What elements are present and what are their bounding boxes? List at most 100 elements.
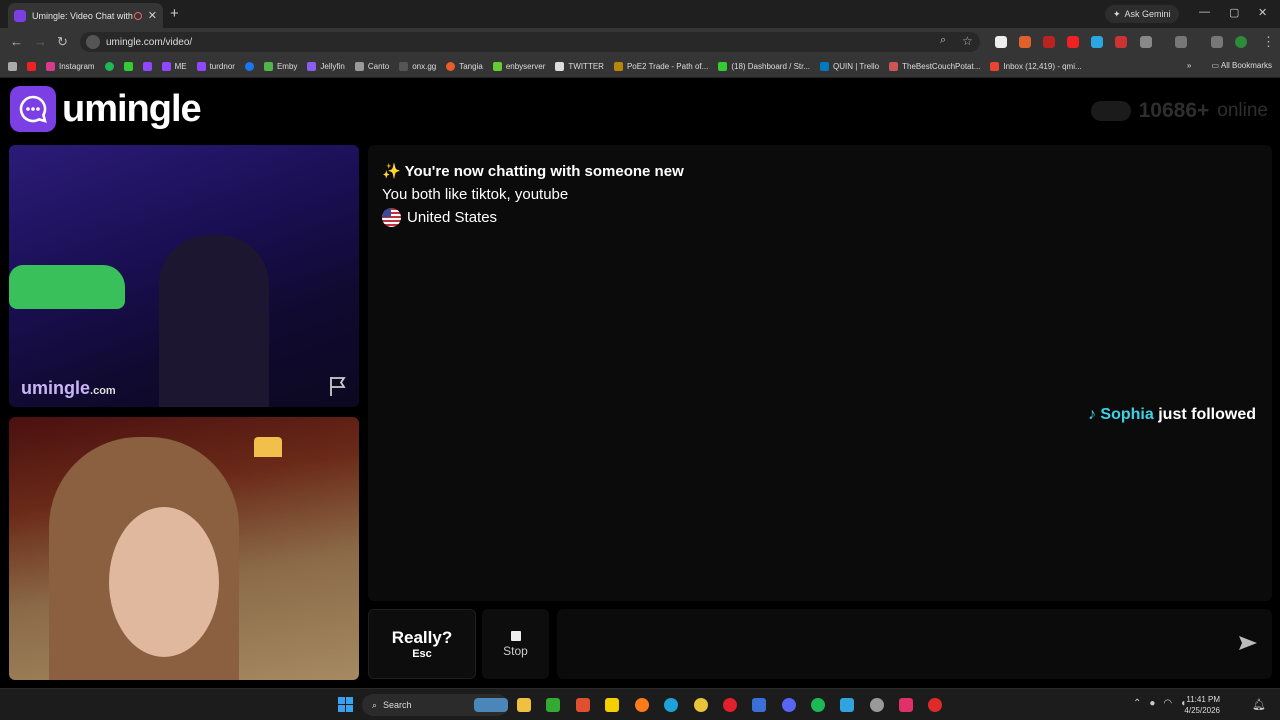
remote-video: umingle.com (9, 145, 359, 407)
umingle-watermark: umingle.com (21, 378, 116, 398)
send-icon[interactable] (1238, 635, 1258, 651)
bookmark-facebook[interactable] (244, 62, 254, 71)
notepad-icon[interactable] (840, 698, 854, 712)
tab-close-icon[interactable]: ✕ (148, 9, 157, 22)
back-arrow-icon[interactable]: ← (10, 34, 23, 49)
sticky-notes-icon[interactable] (605, 698, 619, 712)
bookmark-emby[interactable]: Emby (263, 62, 297, 71)
bookmark-spotify[interactable] (104, 62, 114, 71)
tab-umingle[interactable]: Umingle: Video Chat with S ✕ (8, 3, 163, 28)
follower-name: Sophia (1100, 406, 1154, 423)
tab-title: Umingle: Video Chat with S (32, 10, 134, 21)
stop-label: Stop (503, 643, 528, 658)
skip-shortcut-key: Esc (412, 648, 432, 660)
minimize-button[interactable]: — (1199, 6, 1210, 18)
cast-icon[interactable] (1175, 36, 1187, 48)
apps-grid-icon[interactable] (8, 62, 17, 71)
shared-interests: You both like tiktok, youtube (382, 186, 569, 203)
chevron-double-right-icon[interactable]: » (1187, 61, 1191, 70)
follow-alert-text: just followed (1158, 406, 1256, 423)
notification-bell-icon[interactable]: 🔔︎ (1252, 698, 1266, 711)
bookmark-dashboard[interactable]: (18) Dashboard / Str... (718, 62, 810, 71)
bookmark-turdnor[interactable]: turdnor (196, 62, 235, 71)
toy-car (9, 265, 125, 309)
discord-icon[interactable] (782, 698, 796, 712)
bookmark-twitch[interactable] (142, 62, 152, 71)
online-count: 10686+ (1138, 99, 1210, 122)
url-text: umingle.com/video/ (106, 36, 193, 48)
site-info-icon[interactable] (86, 35, 100, 49)
bookmark-instagram[interactable]: Instagram (46, 62, 95, 71)
local-person-face (109, 507, 219, 657)
youtube-extension-icon[interactable] (1067, 36, 1079, 48)
ask-gemini-button[interactable]: ✦ Ask Gemini (1105, 5, 1179, 23)
search-icon: ⌕ (372, 699, 378, 710)
folder-icon: ▭ (1211, 61, 1220, 70)
logo-text: umingle (62, 87, 202, 130)
app-blue-icon[interactable] (752, 698, 766, 712)
stop-button[interactable]: Stop (482, 609, 549, 679)
bookmark-tangia[interactable]: Tangia (446, 62, 483, 71)
bookmark-enbyserver[interactable]: enbyserver (492, 62, 545, 71)
obs-icon[interactable] (870, 698, 884, 712)
bookmark-twitter[interactable]: TWITTER (555, 62, 604, 71)
bookmark-couchpotato[interactable]: TheBestCouchPotat... (889, 62, 980, 71)
extension-red-icon[interactable] (1043, 36, 1055, 48)
tab-search-icon[interactable] (1211, 36, 1223, 48)
bookmark-onx[interactable]: onx.gg (399, 62, 436, 71)
extension-fox-icon[interactable] (1019, 36, 1031, 48)
bookmark-youtube[interactable] (27, 62, 36, 71)
message-input[interactable] (569, 629, 1219, 657)
message-box (557, 609, 1272, 679)
file-explorer-icon[interactable] (517, 698, 531, 712)
extensions-puzzle-icon[interactable] (1140, 36, 1152, 48)
bookmark-trello[interactable]: QUIN | Trello (820, 62, 879, 71)
skip-confirm-button[interactable]: Really? Esc (368, 609, 476, 679)
bookmark-me[interactable]: ME (161, 62, 187, 71)
forward-arrow-icon[interactable]: → (34, 34, 47, 49)
close-window-button[interactable]: ✕ (1258, 6, 1267, 19)
clock[interactable]: 11:41 PM 4/25/2026 (1184, 694, 1220, 716)
search-highlight-icon[interactable] (474, 698, 508, 712)
maximize-button[interactable]: ▢ (1229, 6, 1239, 19)
app-red-icon[interactable] (576, 698, 590, 712)
opera-icon[interactable] (723, 698, 737, 712)
app-red-circle-icon[interactable] (928, 698, 942, 712)
media-player-icon[interactable] (546, 698, 560, 712)
country-name: United States (407, 209, 498, 226)
extension-k-icon[interactable] (995, 36, 1007, 48)
theme-toggle[interactable] (1090, 101, 1131, 121)
skip-confirm-label: Really? (391, 628, 453, 647)
bookmark-poe2-trade[interactable]: PoE2 Trade - Path of... (613, 62, 708, 71)
extension-tag-icon[interactable] (1115, 36, 1127, 48)
menu-kebab-icon[interactable]: ⋮ (1262, 34, 1275, 50)
umingle-favicon-icon (14, 9, 26, 22)
bookmark-green[interactable] (123, 62, 133, 71)
profile-avatar-icon[interactable] (1235, 36, 1247, 48)
chrome-icon[interactable] (694, 698, 708, 712)
bookmark-inbox[interactable]: Inbox (12,419) - qmi... (990, 62, 1082, 71)
extension-blue-icon[interactable] (1091, 36, 1103, 48)
edge-icon[interactable] (664, 698, 678, 712)
bookmark-star-icon[interactable]: ☆ (962, 34, 973, 48)
new-tab-button[interactable]: + (170, 5, 179, 22)
partner-country: United States (382, 208, 497, 227)
stop-square-icon (510, 630, 521, 641)
spotify-icon[interactable] (811, 698, 825, 712)
windows-start-icon[interactable] (338, 697, 353, 712)
tiktok-app-icon[interactable] (899, 698, 913, 712)
browser-tab-strip: Umingle: Video Chat with S ✕ + ✦ Ask Gem… (0, 0, 1280, 28)
bookmark-jellyfin[interactable]: Jellyfin (307, 62, 345, 71)
firefox-icon[interactable] (635, 698, 649, 712)
bookmark-canto[interactable]: Canto (354, 62, 389, 71)
all-bookmarks-button[interactable]: » ▭ All Bookmarks (1187, 61, 1272, 70)
url-bar[interactable]: umingle.com/video/ (80, 32, 980, 52)
report-flag-icon[interactable] (327, 375, 349, 397)
umingle-logo[interactable]: umingle (10, 86, 202, 132)
taskbar-search-label: Search (383, 700, 412, 710)
reload-icon[interactable]: ↻ (57, 34, 68, 50)
ask-gemini-label: Ask Gemini (1124, 9, 1171, 19)
recording-icon (133, 11, 142, 20)
address-toolbar: ← → ↻ umingle.com/video/ ⌕ ☆ ⋮ (0, 28, 1280, 56)
zoom-icon[interactable]: ⌕ (940, 34, 946, 47)
